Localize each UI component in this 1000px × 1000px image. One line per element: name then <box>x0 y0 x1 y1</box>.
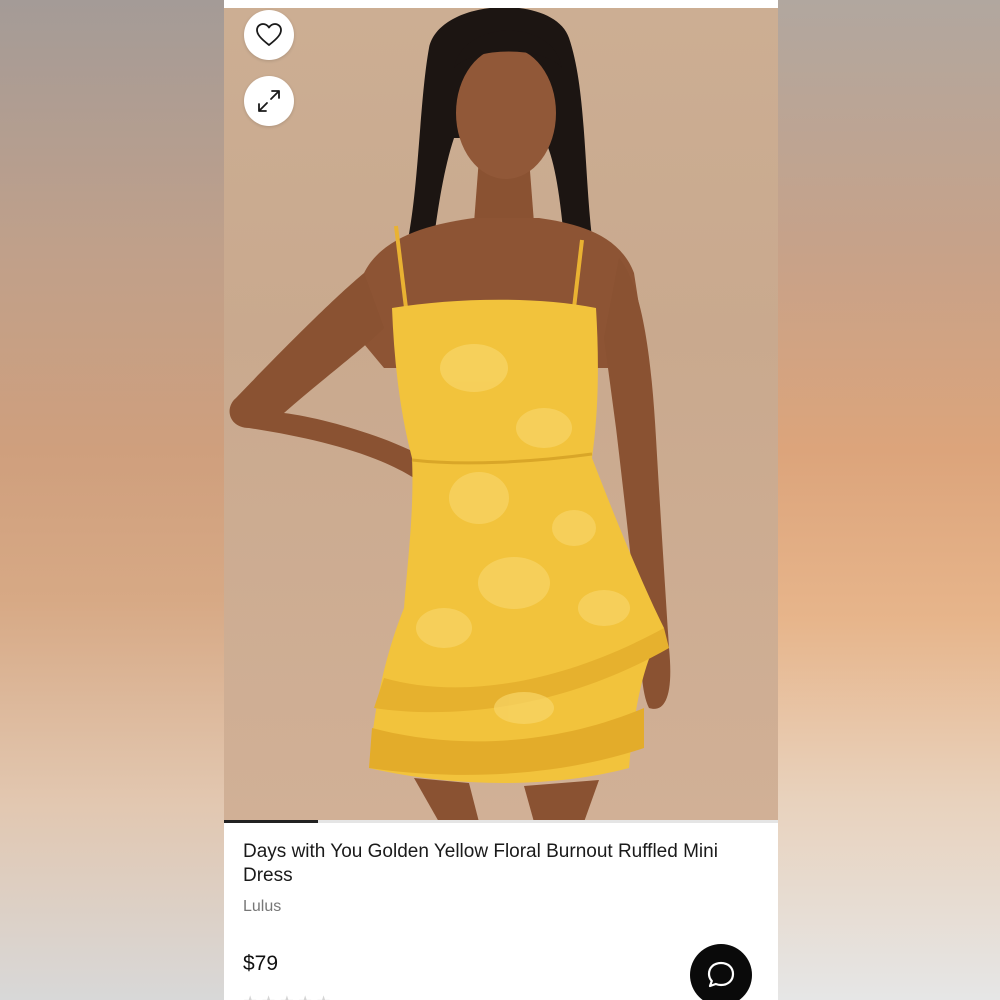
chat-bubble-icon <box>707 961 735 988</box>
blurred-backdrop-left <box>0 0 224 1000</box>
product-brand[interactable]: Lulus <box>243 898 281 916</box>
product-image[interactable] <box>224 8 778 822</box>
image-carousel-progress-fill <box>224 820 319 823</box>
heart-icon <box>256 23 282 46</box>
top-strip <box>224 0 778 8</box>
product-page: Days with You Golden Yellow Floral Burno… <box>224 0 778 1000</box>
rating-stars: ★★★★★ <box>243 992 335 1000</box>
chat-button[interactable] <box>690 944 752 1000</box>
product-title: Days with You Golden Yellow Floral Burno… <box>243 841 718 886</box>
product-photo-illustration <box>229 8 671 822</box>
favorite-button[interactable] <box>244 10 294 60</box>
expand-icon <box>258 90 280 112</box>
product-price: $79 <box>243 952 279 975</box>
image-carousel-progress <box>224 820 778 823</box>
blurred-backdrop-right <box>778 0 1000 1000</box>
expand-image-button[interactable] <box>244 76 294 126</box>
